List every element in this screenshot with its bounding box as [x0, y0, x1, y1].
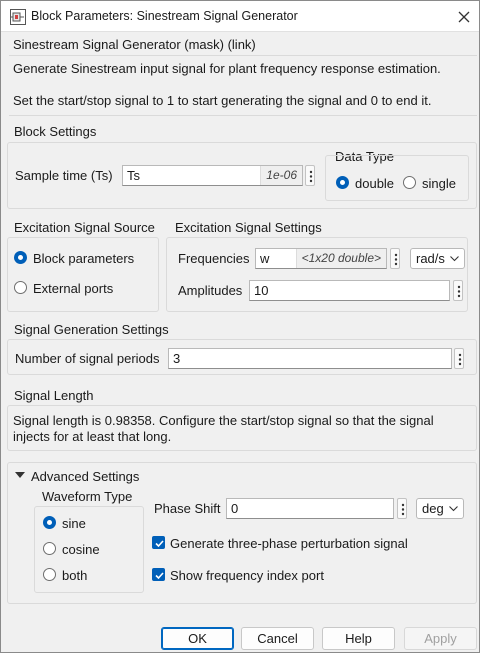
amplitudes-more-button[interactable]	[453, 280, 463, 301]
three-phase-checkbox[interactable]	[152, 536, 165, 549]
mask-heading: Sinestream Signal Generator (mask) (link…	[13, 37, 256, 52]
excitation-source-group	[7, 237, 159, 312]
signal-periods-field[interactable]: 3	[168, 348, 452, 369]
frequencies-more-button[interactable]	[390, 248, 400, 269]
sample-time-hint: 1e-06	[260, 166, 302, 185]
frequencies-label: Frequencies	[178, 251, 250, 266]
phase-shift-label: Phase Shift	[154, 501, 221, 516]
source-external-ports-label: External ports	[33, 281, 114, 296]
block-parameters-dialog: Block Parameters: Sinestream Signal Gene…	[0, 0, 480, 653]
signal-length-text-1: Signal length is 0.98358. Configure the …	[13, 413, 434, 428]
ok-button[interactable]: OK	[161, 627, 234, 650]
frequency-unit-dropdown[interactable]: rad/s	[410, 248, 465, 269]
signal-generation-title: Signal Generation Settings	[14, 322, 169, 337]
chevron-down-icon	[450, 256, 459, 262]
source-external-ports-radio[interactable]	[14, 281, 27, 294]
frequencies-field[interactable]: w <1x20 double>	[255, 248, 387, 269]
divider	[9, 115, 477, 116]
frequencies-value: w	[260, 251, 270, 266]
signal-length-text-2: injects for at least that long.	[13, 429, 172, 444]
phase-unit-value: deg	[422, 501, 444, 516]
amplitudes-field[interactable]: 10	[249, 280, 450, 301]
phase-shift-value: 0	[231, 501, 239, 516]
sample-time-field[interactable]: Ts 1e-06	[122, 165, 303, 186]
waveform-cosine-radio[interactable]	[43, 542, 56, 555]
data-type-double-label: double	[355, 176, 395, 191]
data-type-single-label: single	[422, 176, 456, 191]
checkmark-icon	[155, 540, 164, 548]
apply-button[interactable]: Apply	[404, 627, 477, 650]
phase-unit-dropdown[interactable]: deg	[416, 498, 464, 519]
data-type-single-radio[interactable]	[403, 176, 416, 189]
vertical-ellipsis-icon	[401, 503, 405, 516]
waveform-cosine-label: cosine	[62, 542, 100, 557]
mask-description-1: Generate Sinestream input signal for pla…	[13, 61, 441, 76]
frequency-index-checkbox[interactable]	[152, 568, 165, 581]
vertical-ellipsis-icon	[309, 170, 313, 183]
amplitudes-value: 10	[254, 283, 269, 298]
checkmark-icon	[155, 572, 164, 580]
close-icon[interactable]	[454, 7, 474, 27]
excitation-settings-title: Excitation Signal Settings	[175, 220, 322, 235]
simulink-block-icon	[10, 9, 26, 25]
three-phase-label: Generate three-phase perturbation signal	[170, 536, 408, 551]
frequency-index-label: Show frequency index port	[170, 568, 324, 583]
sample-time-label: Sample time (Ts)	[15, 168, 113, 183]
signal-periods-label: Number of signal periods	[15, 351, 160, 366]
phase-shift-more-button[interactable]	[397, 498, 407, 519]
frequencies-hint: <1x20 double>	[295, 249, 386, 268]
signal-periods-value: 3	[173, 351, 181, 366]
signal-periods-more-button[interactable]	[454, 348, 464, 369]
phase-shift-field[interactable]: 0	[226, 498, 394, 519]
vertical-ellipsis-icon	[457, 285, 461, 298]
collapse-triangle-icon[interactable]	[15, 472, 25, 479]
advanced-settings-toggle[interactable]: Advanced Settings	[31, 469, 139, 484]
data-type-double-radio[interactable]	[336, 176, 349, 189]
vertical-ellipsis-icon	[394, 253, 398, 266]
vertical-ellipsis-icon	[458, 353, 462, 366]
block-settings-title: Block Settings	[14, 124, 97, 139]
help-button[interactable]: Help	[322, 627, 395, 650]
waveform-both-label: both	[62, 568, 88, 583]
cancel-button[interactable]: Cancel	[241, 627, 314, 650]
signal-length-title: Signal Length	[14, 388, 94, 403]
title-bar: Block Parameters: Sinestream Signal Gene…	[1, 1, 479, 32]
source-block-parameters-label: Block parameters	[33, 251, 135, 266]
sample-time-more-button[interactable]	[305, 165, 315, 186]
mask-description-2: Set the start/stop signal to 1 to start …	[13, 93, 432, 108]
waveform-both-radio[interactable]	[43, 568, 56, 581]
sample-time-value: Ts	[127, 168, 140, 183]
window-title: Block Parameters: Sinestream Signal Gene…	[31, 9, 298, 23]
excitation-source-title: Excitation Signal Source	[14, 220, 155, 235]
divider	[9, 55, 477, 56]
chevron-down-icon	[449, 506, 458, 512]
waveform-type-title: Waveform Type	[42, 489, 133, 504]
source-block-parameters-radio[interactable]	[14, 251, 27, 264]
waveform-sine-label: sine	[62, 516, 86, 531]
signal-length-group	[7, 405, 477, 451]
waveform-sine-radio[interactable]	[43, 516, 56, 529]
amplitudes-label: Amplitudes	[178, 283, 243, 298]
frequency-unit-value: rad/s	[416, 251, 445, 266]
